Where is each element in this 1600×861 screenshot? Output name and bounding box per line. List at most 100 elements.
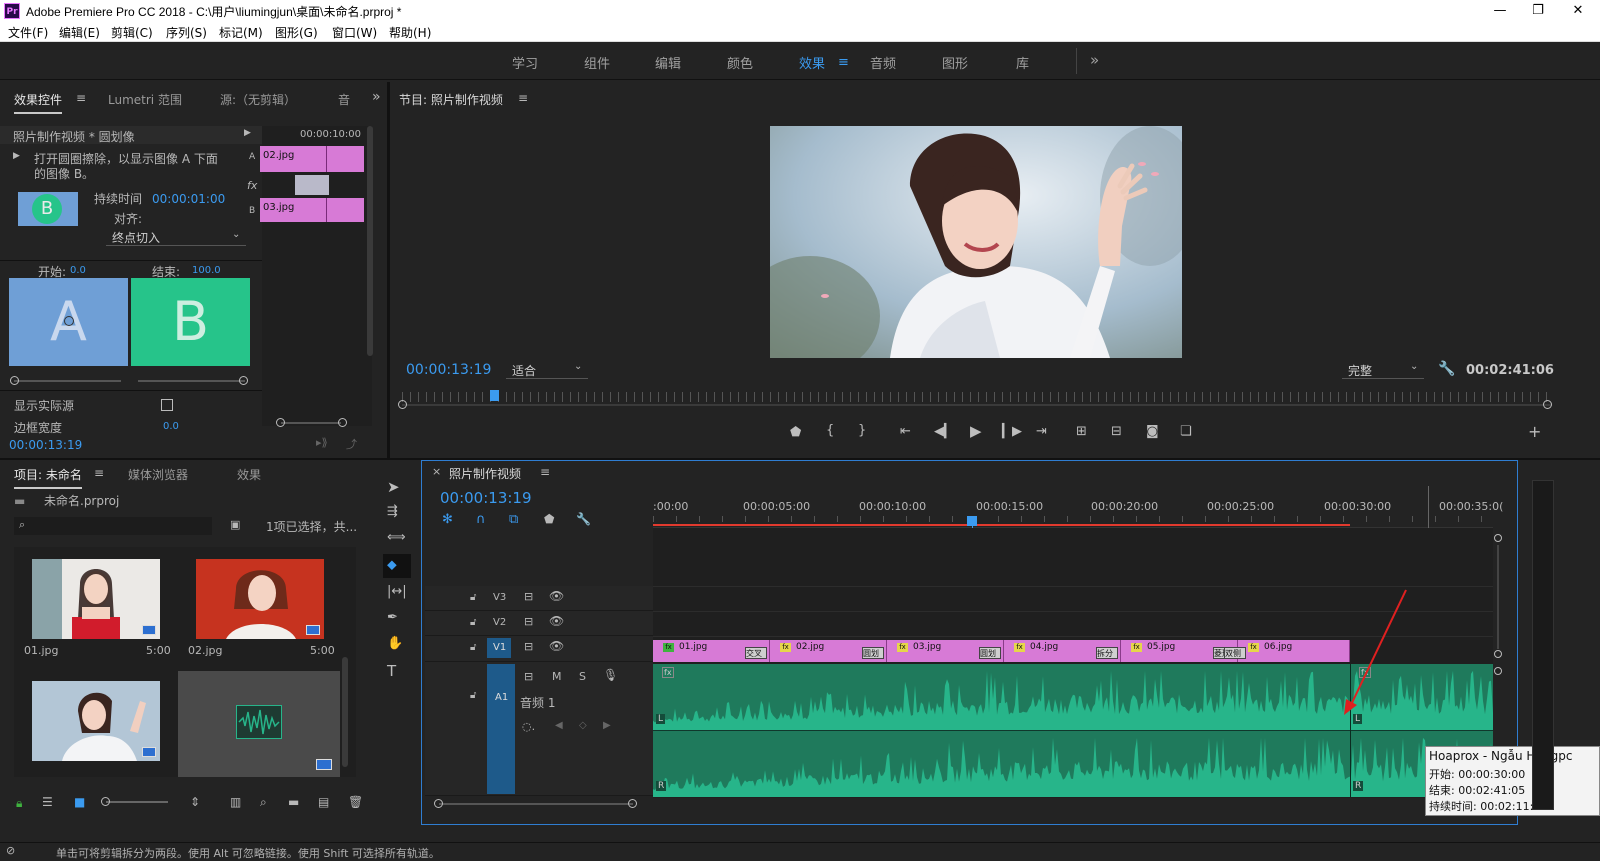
fit-dropdown[interactable]: 适合 ⌄ <box>506 361 588 379</box>
sync-lock-icon[interactable]: ⊟ <box>524 640 533 653</box>
workspace-tab-color[interactable]: 颜色 <box>727 53 753 72</box>
end-slider[interactable] <box>138 380 245 382</box>
solo-button[interactable]: S <box>579 670 586 683</box>
vertical-zoom-handle[interactable] <box>1494 650 1502 658</box>
workspace-tab-editing[interactable]: 编辑 <box>655 53 681 72</box>
program-zoom-bar[interactable] <box>402 404 1552 406</box>
tab-audio-mixer[interactable]: 音 <box>338 91 350 108</box>
timeline-playhead-handle[interactable] <box>967 516 977 526</box>
transition-marker[interactable]: 圆划 <box>862 647 884 659</box>
mute-button[interactable]: M <box>552 670 562 683</box>
find-icon[interactable]: ⌕ <box>260 795 267 810</box>
scrollbar[interactable] <box>342 657 348 767</box>
program-time-ruler[interactable] <box>402 392 1552 402</box>
timeline-ruler[interactable]: :00:00 00:00:05:00 00:00:10:00 00:00:15:… <box>653 486 1503 528</box>
linked-selection-icon[interactable]: ⧉ <box>509 512 518 527</box>
workspace-menu-icon[interactable]: ≡ <box>838 55 849 70</box>
lock-icon[interactable]: 🔓︎ <box>470 617 476 628</box>
thumbnail-03[interactable] <box>32 681 160 761</box>
workspace-tab-graphics[interactable]: 图形 <box>942 53 968 72</box>
extract-icon[interactable]: ⊟ <box>1111 424 1122 439</box>
source-patch-a1[interactable] <box>487 664 515 794</box>
panel-menu-icon[interactable]: ≡ <box>518 91 528 105</box>
new-bin-icon[interactable]: ▬ <box>288 795 299 809</box>
wrench-icon[interactable]: 🔧 <box>1438 361 1455 377</box>
volume-keyframe-icon[interactable]: ◌. <box>522 720 535 733</box>
sync-lock-icon[interactable]: ⊟ <box>524 670 533 683</box>
tab-media-browser[interactable]: 媒体浏览器 <box>128 466 188 483</box>
automate-to-sequence-icon[interactable]: ▥ <box>230 795 241 809</box>
clip-05[interactable]: fx 05.jpg 菱形 <box>1121 640 1238 662</box>
project-search-input[interactable]: ⌕ <box>14 517 212 535</box>
start-slider[interactable] <box>14 380 121 382</box>
mini-transition[interactable] <box>295 175 329 195</box>
minimize-button[interactable]: — <box>1482 1 1518 21</box>
clip-02[interactable]: fx 02.jpg 圆划 <box>770 640 887 662</box>
add-marker-icon[interactable]: ⬟ <box>544 512 554 526</box>
go-to-out-icon[interactable]: ⇥ <box>1036 424 1047 439</box>
transition-marker[interactable]: 交叉 <box>745 647 767 659</box>
end-value[interactable]: 100.0 <box>192 265 221 276</box>
transition-marker[interactable]: 双侧 <box>1224 647 1246 659</box>
tab-lumetri-scopes[interactable]: Lumetri 范围 <box>108 91 182 108</box>
menu-edit[interactable]: 编辑(E) <box>59 24 100 41</box>
horizontal-zoom-bar[interactable] <box>439 803 633 805</box>
add-button-icon[interactable]: + <box>1528 422 1541 441</box>
sync-lock-icon[interactable]: ⊟ <box>524 615 533 628</box>
play-audio-icon[interactable]: ▸⟫ <box>316 436 328 449</box>
new-item-icon[interactable]: ▤ <box>318 795 329 809</box>
timeline-timecode[interactable]: 00:00:13:19 <box>440 489 532 507</box>
duration-value[interactable]: 00:00:01:00 <box>152 192 225 206</box>
menu-graphics[interactable]: 图形(G) <box>275 24 318 41</box>
eye-icon[interactable]: 👁︎ <box>549 614 564 628</box>
transition-marker[interactable]: 拆分 <box>1096 647 1118 659</box>
add-marker-icon[interactable]: ⬟ <box>790 425 801 440</box>
lift-icon[interactable]: ⊞ <box>1076 424 1087 439</box>
mark-in-icon[interactable]: { <box>826 423 834 438</box>
thumbnail-02[interactable] <box>196 559 324 639</box>
menu-marker[interactable]: 标记(M) <box>219 24 263 41</box>
selection-tool-icon[interactable]: ➤ <box>387 478 400 496</box>
effect-controls-timecode[interactable]: 00:00:13:19 <box>9 438 82 452</box>
close-tab-icon[interactable]: × <box>432 465 441 478</box>
sort-icon[interactable]: ⇕ <box>190 795 200 809</box>
transition-marker[interactable]: 圆划 <box>979 647 1001 659</box>
export-icon[interactable]: ⤴ <box>346 436 357 452</box>
maximize-button[interactable]: ❐ <box>1520 1 1556 21</box>
sync-lock-icon[interactable]: ⊟ <box>524 590 533 603</box>
icon-view-icon[interactable]: ■ <box>74 795 85 809</box>
lock-icon[interactable]: 🔓︎ <box>470 690 476 701</box>
slider-handle[interactable] <box>101 797 110 806</box>
track-select-tool-icon[interactable]: ⇶ <box>387 504 398 519</box>
lock-icon[interactable]: 🔓︎ <box>470 592 476 603</box>
razor-tool-icon[interactable]: ⬥ <box>387 557 397 573</box>
go-to-in-icon[interactable]: ⇤ <box>900 424 911 439</box>
zoom-handle-right[interactable] <box>338 418 347 427</box>
ripple-edit-tool-icon[interactable]: ⟺ <box>387 530 406 545</box>
step-back-icon[interactable]: ◀▎ <box>934 424 954 439</box>
transition-preview-thumbnail[interactable]: B <box>18 192 78 226</box>
next-keyframe-icon[interactable]: ▶ <box>603 720 611 731</box>
mark-out-icon[interactable]: } <box>858 423 866 438</box>
close-button[interactable]: ✕ <box>1560 1 1596 21</box>
panel-menu-icon[interactable]: ≡ <box>76 91 86 105</box>
zoom-handle-left[interactable] <box>398 400 407 409</box>
workspace-tab-learn[interactable]: 学习 <box>512 53 538 72</box>
program-video-frame[interactable] <box>770 126 1182 358</box>
vertical-scrollbar[interactable] <box>1497 545 1499 649</box>
thumbnail-01[interactable] <box>32 559 160 639</box>
type-tool-icon[interactable]: T <box>387 662 396 680</box>
mini-zoom-slider[interactable] <box>281 422 341 424</box>
show-actual-sources-checkbox[interactable] <box>161 399 173 411</box>
step-forward-icon[interactable]: ▎▶ <box>1002 424 1022 439</box>
vertical-zoom-handle[interactable] <box>1494 667 1502 675</box>
clip-01[interactable]: fx 01.jpg 交叉 <box>653 640 770 662</box>
prev-keyframe-icon[interactable]: ◀ <box>555 720 563 731</box>
mini-clip-b[interactable]: 03.jpg <box>260 198 364 222</box>
zoom-handle-right[interactable] <box>1543 400 1552 409</box>
wrench-icon[interactable]: 🔧 <box>576 512 591 526</box>
menu-window[interactable]: 窗口(W) <box>332 24 377 41</box>
program-playhead[interactable] <box>490 390 499 401</box>
menu-file[interactable]: 文件(F) <box>8 24 48 41</box>
vertical-zoom-handle[interactable] <box>1494 534 1502 542</box>
